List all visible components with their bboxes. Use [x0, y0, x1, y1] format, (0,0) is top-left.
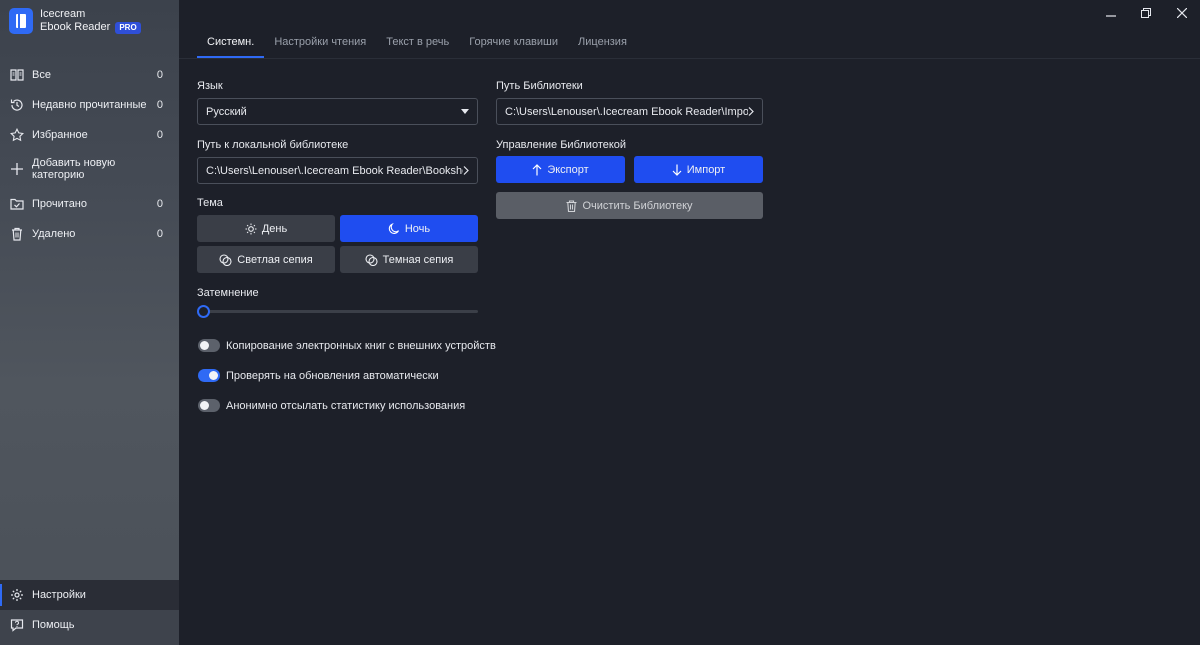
local-library-path-field[interactable]: C:\Users\Lenouser\.Icecream Ebook Reader… — [197, 157, 478, 184]
sidebar-item-read[interactable]: Прочитано 0 — [0, 189, 179, 219]
export-label: Экспорт — [547, 163, 589, 176]
pro-badge: PRO — [115, 21, 141, 34]
gear-icon — [10, 588, 24, 602]
folder-check-icon — [10, 197, 24, 211]
sidebar-item-count: 0 — [156, 198, 163, 210]
import-label: Импорт — [686, 163, 726, 176]
sidebar-item-count: 0 — [156, 99, 163, 111]
sepia-icon — [365, 253, 378, 266]
tab-system[interactable]: Системн. — [197, 30, 265, 58]
theme-night-button[interactable]: Ночь — [340, 215, 478, 242]
star-icon — [10, 128, 24, 142]
app-name-line1: Icecream — [40, 8, 86, 20]
chevron-right-icon — [748, 107, 754, 116]
restore-button[interactable] — [1136, 4, 1156, 22]
sidebar-item-label: Настройки — [32, 589, 86, 601]
theme-light-sepia-label: Светлая сепия — [237, 253, 313, 266]
import-button[interactable]: Импорт — [634, 156, 763, 183]
theme-day-button[interactable]: День — [197, 215, 335, 242]
moon-icon — [388, 222, 400, 235]
app-window: Icecream Ebook Reader PRO Все 0 Недавно … — [0, 0, 1200, 645]
sun-icon — [245, 223, 257, 235]
caret-down-icon — [461, 109, 469, 114]
dimming-label: Затемнение — [197, 287, 259, 299]
language-label: Язык — [197, 80, 223, 92]
usage-stats-toggle[interactable] — [198, 399, 220, 412]
book-logo-icon — [9, 8, 33, 34]
sidebar-item-deleted[interactable]: Удалено 0 — [0, 219, 179, 249]
tab-license[interactable]: Лицензия — [568, 30, 637, 58]
theme-dark-sepia-button[interactable]: Темная сепия — [340, 246, 478, 273]
sidebar-item-add-category[interactable]: Добавить новую категорию — [0, 154, 179, 184]
restore-icon — [1141, 8, 1151, 18]
theme-night-label: Ночь — [404, 222, 431, 235]
tabs-divider — [179, 58, 1200, 59]
sidebar-item-label: Помощь — [32, 619, 75, 631]
sidebar-item-label: Прочитано — [32, 198, 87, 210]
app-logo: Icecream Ebook Reader PRO — [9, 8, 141, 34]
auto-update-label: Проверять на обновления автоматически — [226, 370, 439, 382]
plus-icon — [10, 162, 24, 176]
language-select[interactable]: Русский — [197, 98, 478, 125]
settings-tabs: Системн. Настройки чтения Текст в речь Г… — [197, 30, 637, 58]
library-path-label: Путь Библиотеки — [496, 80, 583, 92]
auto-update-toggle[interactable] — [198, 369, 220, 382]
sidebar-item-settings[interactable]: Настройки — [0, 580, 179, 610]
sepia-icon — [219, 253, 232, 266]
sidebar-item-count: 0 — [156, 228, 163, 240]
library-path: C:\Users\Lenouser\.Icecream Ebook Reader… — [505, 105, 748, 118]
dimming-slider-track[interactable] — [203, 310, 478, 313]
history-icon — [10, 98, 24, 112]
copy-external-toggle[interactable] — [198, 339, 220, 352]
clear-library-button[interactable]: Очистить Библиотеку — [496, 192, 763, 219]
sidebar-item-help[interactable]: Помощь — [0, 610, 179, 640]
language-value: Русский — [206, 105, 247, 118]
sidebar-item-label: Все — [32, 69, 51, 81]
arrow-up-icon — [532, 163, 542, 176]
local-library-label: Путь к локальной библиотеке — [197, 139, 349, 151]
sidebar-item-recent[interactable]: Недавно прочитанные 0 — [0, 90, 179, 120]
dimming-slider-handle[interactable] — [197, 305, 210, 318]
clear-library-label: Очистить Библиотеку — [582, 199, 693, 212]
theme-label: Тема — [197, 197, 223, 209]
usage-stats-label: Анонимно отсылать статистику использован… — [226, 400, 466, 412]
app-name-line2: Ebook Reader — [40, 21, 111, 33]
tab-text-to-speech[interactable]: Текст в речь — [376, 30, 459, 58]
sidebar-item-count: 0 — [156, 129, 163, 141]
minimize-button[interactable] — [1101, 4, 1121, 22]
sidebar-item-label: Избранное — [32, 129, 88, 141]
sidebar-item-label: Добавить новую категорию — [32, 157, 116, 181]
sidebar-item-favorites[interactable]: Избранное 0 — [0, 120, 179, 150]
book-open-icon — [10, 68, 24, 82]
theme-light-sepia-button[interactable]: Светлая сепия — [197, 246, 335, 273]
tab-reading-settings[interactable]: Настройки чтения — [264, 30, 376, 58]
library-path-field[interactable]: C:\Users\Lenouser\.Icecream Ebook Reader… — [496, 98, 763, 125]
sidebar-item-count: 0 — [156, 69, 163, 81]
arrow-down-icon — [672, 164, 682, 176]
local-library-path: C:\Users\Lenouser\.Icecream Ebook Reader… — [206, 164, 463, 177]
sidebar-item-label: Недавно прочитанные — [32, 99, 147, 111]
minimize-icon — [1106, 15, 1116, 17]
close-button[interactable] — [1172, 4, 1192, 22]
theme-day-label: День — [261, 222, 288, 235]
tab-hotkeys[interactable]: Горячие клавиши — [459, 30, 568, 58]
export-button[interactable]: Экспорт — [496, 156, 625, 183]
sidebar-item-label: Удалено — [32, 228, 76, 240]
help-icon — [10, 618, 24, 632]
trash-icon — [566, 199, 577, 212]
chevron-right-icon — [463, 166, 469, 175]
theme-dark-sepia-label: Темная сепия — [382, 253, 454, 266]
sidebar-item-all[interactable]: Все 0 — [0, 60, 179, 90]
copy-external-label: Копирование электронных книг с внешних у… — [226, 340, 496, 352]
trash-icon — [10, 227, 24, 241]
library-management-label: Управление Библиотекой — [496, 139, 627, 151]
close-icon — [1177, 8, 1187, 18]
sidebar: Icecream Ebook Reader PRO Все 0 Недавно … — [0, 0, 179, 645]
